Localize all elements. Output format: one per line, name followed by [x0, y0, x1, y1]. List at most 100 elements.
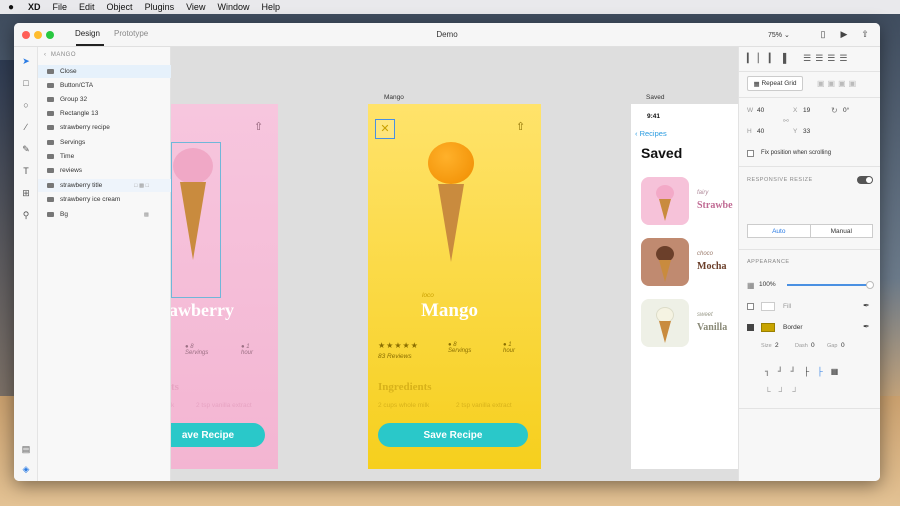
menu-window[interactable]: Window	[211, 2, 255, 12]
layer-label: Close	[60, 68, 77, 75]
eyedropper-icon[interactable]: ✒	[863, 322, 870, 331]
play-preview-icon[interactable]: ▶	[838, 28, 850, 40]
y-field[interactable]: 33	[803, 128, 810, 135]
repeat-grid-button[interactable]: ▦ Repeat Grid	[747, 76, 803, 91]
layer-actions-icon[interactable]: □ ▩ □	[134, 183, 149, 189]
opacity-field[interactable]: 100%	[759, 281, 776, 288]
menu-file[interactable]: File	[47, 2, 74, 12]
saved-name: Strawbe	[697, 200, 733, 211]
layer-strawberry-recipe[interactable]: strawberry recipe	[38, 121, 171, 134]
width-field[interactable]: 40	[757, 107, 764, 114]
zoom-tool-icon[interactable]: ⚲	[20, 209, 32, 221]
border-size-field[interactable]: 2	[775, 342, 779, 349]
menu-object[interactable]: Object	[101, 2, 139, 12]
artboard-saved[interactable]: 9:41 ‹ Recipes Saved fairy Strawbe choco…	[631, 104, 738, 469]
design-canvas[interactable]: ⇧ awberry ● 8 Servings ● 1 hour ts k 2 tsp…	[171, 47, 738, 481]
share-icon[interactable]: ⇧	[516, 120, 525, 133]
saved-thumb-strawberry[interactable]	[641, 177, 689, 225]
rotate-icon: ↻	[831, 106, 838, 115]
close-icon: ✕	[380, 123, 390, 135]
responsive-resize-toggle[interactable]	[857, 176, 873, 184]
artboard-tool-icon[interactable]: ⊞	[20, 187, 32, 199]
rotation-field[interactable]: 0°	[843, 107, 849, 114]
lock-icon[interactable]: ▩	[144, 212, 149, 218]
artboard-mango[interactable]: ✕ ⇧ loco Mango ★★★★★ 83 Reviews ● 8 Servi…	[368, 104, 541, 469]
layer-strawberry-title[interactable]: strawberry title □ ▩ □	[38, 179, 171, 192]
border-swatch[interactable]	[761, 323, 775, 332]
layer-group-32[interactable]: Group 32	[38, 93, 171, 106]
fix-position-checkbox[interactable]	[747, 150, 754, 157]
lock-proportions-icon[interactable]: ⚯	[783, 117, 789, 125]
distribute-icon[interactable]: ☰☰☰☰	[803, 53, 851, 63]
artboard-label-mango[interactable]: Mango	[384, 94, 404, 101]
ingredients-heading: ts	[171, 381, 179, 393]
layers-panel-icon[interactable]: ◈	[20, 463, 32, 475]
rectangle-tool-icon[interactable]: □	[20, 77, 32, 89]
artboard-strawberry[interactable]: ⇧ awberry ● 8 Servings ● 1 hour ts k 2 tsp…	[171, 104, 278, 469]
menu-edit[interactable]: Edit	[73, 2, 101, 12]
y-label: Y	[793, 128, 798, 135]
resize-mode-segment: Auto Manual	[747, 224, 873, 238]
close-icon-selected[interactable]: ✕	[375, 119, 395, 139]
zoom-level-dropdown[interactable]: 75% ⌄	[768, 31, 790, 39]
ellipse-tool-icon[interactable]: ○	[20, 99, 32, 111]
border-dash-field[interactable]: 0	[811, 342, 815, 349]
servings-label: Servings	[448, 348, 472, 354]
layers-breadcrumb[interactable]: ‹ MANGO	[44, 52, 76, 58]
height-field[interactable]: 40	[757, 128, 764, 135]
align-toolbar[interactable]: ▎▏▎▐ ☰☰☰☰	[747, 53, 851, 64]
stroke-join-icons[interactable]: └┘┘	[765, 387, 806, 396]
text-tool-icon[interactable]: T	[20, 165, 32, 177]
layer-rectangle-13[interactable]: Rectangle 13	[38, 107, 171, 120]
strawberry-scoop	[173, 148, 213, 184]
slider-handle[interactable]	[866, 281, 874, 289]
select-tool-icon[interactable]: ➤	[20, 55, 32, 67]
border-checkbox[interactable]	[747, 324, 754, 331]
servings-stat: ● 8 Servings	[185, 344, 209, 356]
eyedropper-icon[interactable]: ✒	[863, 301, 870, 310]
x-field[interactable]: 19	[803, 107, 810, 114]
layer-button-cta[interactable]: Button/CTA	[38, 79, 171, 92]
property-inspector: ▎▏▎▐ ☰☰☰☰ ▦ Repeat Grid ▣▣▣▣ W 40 X 19 ↻…	[738, 47, 880, 481]
layer-bg[interactable]: Bg ▩	[38, 208, 171, 221]
fill-checkbox[interactable]	[747, 303, 754, 310]
back-to-recipes-link[interactable]: ‹ Recipes	[635, 129, 667, 138]
align-icon[interactable]: ▎▏▎▐	[747, 53, 790, 63]
line-tool-icon[interactable]: ∕	[20, 121, 32, 133]
resize-manual-option[interactable]: Manual	[811, 225, 873, 237]
height-label: H	[747, 128, 752, 135]
saved-thumb-mocha[interactable]	[641, 238, 689, 286]
resize-auto-option[interactable]: Auto	[748, 225, 811, 237]
apple-icon[interactable]: ●	[0, 2, 22, 13]
fill-label: Fill	[783, 303, 792, 310]
pen-tool-icon[interactable]: ✎	[20, 143, 32, 155]
save-recipe-button[interactable]: ave Recipe	[171, 423, 265, 447]
document-title: Demo	[436, 30, 458, 39]
device-preview-icon[interactable]: ▯	[817, 28, 829, 40]
reviews-count: 83 Reviews	[378, 353, 412, 360]
layer-time[interactable]: Time	[38, 150, 171, 163]
layer-label: reviews	[60, 167, 83, 174]
share-icon[interactable]: ⇧	[859, 28, 871, 40]
divider	[739, 249, 880, 250]
saved-thumb-vanilla[interactable]	[641, 299, 689, 347]
fill-swatch[interactable]	[761, 302, 775, 311]
folder-icon	[47, 154, 54, 159]
artboard-label-saved[interactable]: Saved	[646, 94, 664, 101]
layer-servings[interactable]: Servings	[38, 136, 171, 149]
menu-view[interactable]: View	[180, 2, 211, 12]
opacity-slider[interactable]	[787, 281, 874, 289]
assets-panel-icon[interactable]: ▤	[20, 443, 32, 455]
share-icon[interactable]: ⇧	[254, 120, 263, 133]
stroke-alignment-icons[interactable]: ┓┛┛├├▦	[765, 367, 846, 376]
boolean-ops-icon[interactable]: ▣▣▣▣	[817, 79, 859, 88]
layer-strawberry-ice-cream[interactable]: strawberry ice cream	[38, 193, 171, 206]
menu-xd[interactable]: XD	[22, 2, 47, 12]
save-recipe-button[interactable]: Save Recipe	[378, 423, 528, 447]
border-gap-field[interactable]: 0	[841, 342, 845, 349]
layer-close[interactable]: Close	[38, 65, 171, 78]
cone-image	[659, 260, 671, 282]
menu-plugins[interactable]: Plugins	[139, 2, 181, 12]
menu-help[interactable]: Help	[255, 2, 286, 12]
layer-reviews[interactable]: reviews	[38, 164, 171, 177]
